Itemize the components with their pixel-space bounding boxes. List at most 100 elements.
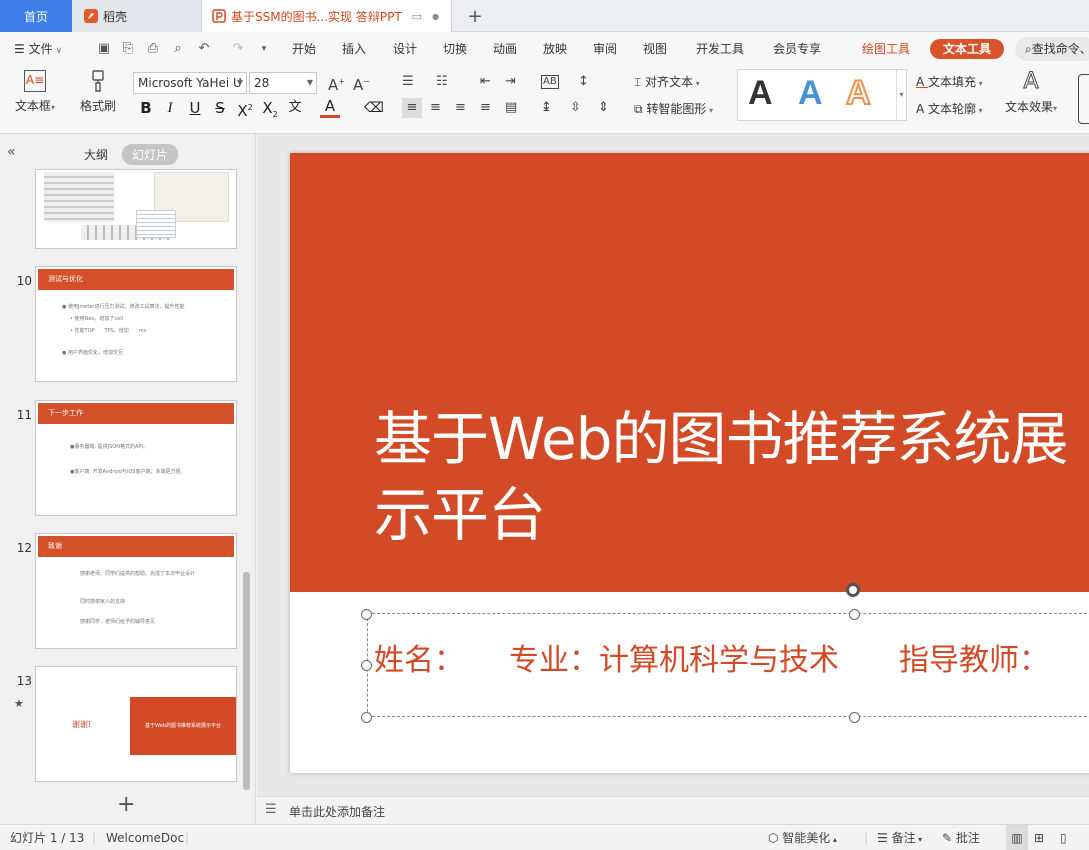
resize-handle[interactable] [849,609,860,620]
align-center-icon[interactable]: ≡ [430,98,441,118]
slide-title[interactable]: 基于Web的图书推荐系统展示平台 [374,401,1089,553]
slide-thumbnail-9[interactable] [35,169,237,249]
thumbnail-title-bar: 下一步工作 [38,403,234,424]
text-outline-button[interactable]: A 文本轮廓 ▾ [916,100,983,117]
close-tab-icon[interactable]: ● [432,12,439,21]
collapse-panel-icon[interactable]: « [7,144,16,160]
menu-item-developer[interactable]: 开发工具 [696,32,744,66]
slide-thumbnail-13[interactable]: 谢谢! 基于Web的图书推荐系统展示平台 [35,666,237,782]
numbered-list-icon[interactable]: ☷ [436,72,448,92]
phonetic-guide-icon[interactable]: 文 [285,98,305,118]
notes-placeholder[interactable]: 单击此处添加备注 [289,803,385,820]
monitor-icon[interactable]: ▭ [412,10,422,23]
tab-outline[interactable]: 大纲 [84,146,108,163]
quick-access-dropdown-icon[interactable]: ▾ [256,41,272,57]
underline-button[interactable]: U [185,98,205,118]
menu-item-transition[interactable]: 切换 [443,32,467,66]
notes-icon: ☰ [877,831,892,845]
text-style-sample-black[interactable]: A [748,74,773,113]
text-style-sample-orange-outline[interactable]: A [845,73,872,113]
align-right-icon[interactable]: ≡ [455,98,466,118]
smart-beautify-button[interactable]: ⬡ 智能美化 ▴ [768,825,837,850]
text-effect-button[interactable]: A 文本效果▾ [1000,69,1062,115]
comment-button[interactable]: ✎ 批注 [942,825,980,850]
slide-sorter-icon[interactable]: ⊞ [1034,825,1044,850]
menu-item-insert[interactable]: 插入 [342,32,366,66]
export-icon[interactable]: ⎘ [120,41,136,57]
align-text-button[interactable]: ⌶ 对齐文本 ▾ [634,73,700,90]
redo-icon[interactable]: ↷ [230,41,246,57]
file-menu[interactable]: ☰ 文件 ∨ [14,32,62,66]
notes-toggle-button[interactable]: ☰ 备注 ▾ [877,825,922,850]
strikethrough-button[interactable]: S [210,98,230,118]
current-slide[interactable]: 基于Web的图书推荐系统展示平台 姓名： 专业：计算机科学与技术 指导教师： [290,153,1089,773]
comment-label: 批注 [955,831,980,845]
decrease-font-icon[interactable]: A− [353,72,370,94]
slide-thumbnail-10[interactable]: 测试与优化 ● 使用Jmeter进行压力测试，修改工具算法，提升性能 • 使用N… [35,266,237,382]
thumbnail-title-bar: 致谢 [38,536,234,557]
print-preview-icon[interactable]: ⌕ [170,41,186,57]
gallery-more-icon[interactable]: ▾ [896,70,906,120]
text-direction-icon[interactable]: AB [541,75,559,89]
font-size-select[interactable]: 28 ▼ [249,72,317,94]
tab-slides[interactable]: 幻灯片 [122,144,179,165]
save-icon[interactable]: ▣ [96,41,112,57]
sort-icon[interactable]: ↕ [578,72,589,92]
menu-item-animation[interactable]: 动画 [493,32,517,66]
command-search[interactable]: ⌕查找命令、 [1015,37,1089,61]
print-icon[interactable]: ⎙ [145,41,161,57]
increase-indent-icon[interactable]: ⇥ [505,72,516,92]
chevron-down-icon: ▾ [976,79,983,88]
menu-item-review[interactable]: 审阅 [593,32,617,66]
thumbnail-scrollbar[interactable] [243,572,250,790]
align-left-icon[interactable]: ≡ [402,98,422,118]
distributed-align-icon[interactable]: ▤ [505,98,517,118]
resize-handle[interactable] [849,712,860,723]
reading-view-icon[interactable]: ▯ [1060,825,1067,850]
menu-item-start[interactable]: 开始 [292,32,316,66]
normal-view-icon[interactable]: ▥ [1006,825,1028,850]
rotate-handle-icon[interactable] [846,583,860,597]
menu-item-text-tool[interactable]: 文本工具 [930,39,1005,59]
new-tab-button[interactable]: + [460,0,490,32]
font-color-button[interactable]: A [320,98,340,118]
menu-item-member[interactable]: 会员专享 [773,32,821,66]
resize-handle[interactable] [361,609,372,620]
superscript-button[interactable]: X2 [235,98,255,120]
menu-item-design[interactable]: 设计 [393,32,417,66]
menu-item-view[interactable]: 视图 [643,32,667,66]
theme-name[interactable]: WelcomeDoc [106,825,184,850]
font-name-select[interactable]: Microsoft YaHei U ▼ [133,72,247,94]
clear-format-icon[interactable]: ⌫ [364,98,384,118]
text-fill-button[interactable]: A 文本填充 ▾ [916,73,983,90]
menu-item-drawing-tool[interactable]: 绘图工具 [862,32,910,66]
increase-font-icon[interactable]: A+ [328,72,345,94]
paragraph-spacing-icon[interactable]: ⇳ [570,98,581,118]
add-slide-button[interactable]: + [117,792,135,817]
resize-handle[interactable] [361,712,372,723]
decrease-indent-icon[interactable]: ⇤ [480,72,491,92]
bullet-list-icon[interactable]: ☰ [402,72,414,92]
slide-subtitle[interactable]: 姓名： 专业：计算机科学与技术 指导教师： [374,635,1049,679]
textbox-button[interactable]: A≡ 文本框▾ [12,70,58,114]
menu-item-slideshow[interactable]: 放映 [543,32,567,66]
resize-handle[interactable] [361,660,372,671]
tab-daoke[interactable]: 稻壳 [72,0,202,32]
format-painter-button[interactable]: 格式刷 [78,70,118,114]
tab-home[interactable]: 首页 [0,0,72,32]
slide-thumbnail-11[interactable]: 下一步工作 ●服务器端: 提供JSON格式的API。 ●客户端: 开发Andro… [35,400,237,516]
more-ribbon-panel[interactable] [1078,74,1089,124]
slide-thumbnail-12[interactable]: 致谢 感谢老师、同学们提供的帮助，完成了本次毕业设计 同时感谢家人的支持 感谢同… [35,533,237,649]
bold-button[interactable]: B [136,98,156,118]
subscript-button[interactable]: X2 [260,98,280,119]
column-icon[interactable]: ⇕ [598,98,609,118]
justify-icon[interactable]: ≡ [480,98,491,118]
text-style-sample-blue[interactable]: A [798,74,823,113]
tab-document[interactable]: 基于SSM的图书...实现 答辩PPT ▭ ● [202,0,452,32]
notes-bar[interactable]: ☰ 单击此处添加备注 [257,796,1089,824]
line-spacing-icon[interactable]: ↨ [541,98,552,118]
italic-button[interactable]: I [160,98,180,118]
convert-smartart-button[interactable]: ⧉ 转智能图形 ▾ [634,100,713,117]
undo-icon[interactable]: ↶ [196,41,212,57]
textbox-label: 文本框 [14,99,51,113]
